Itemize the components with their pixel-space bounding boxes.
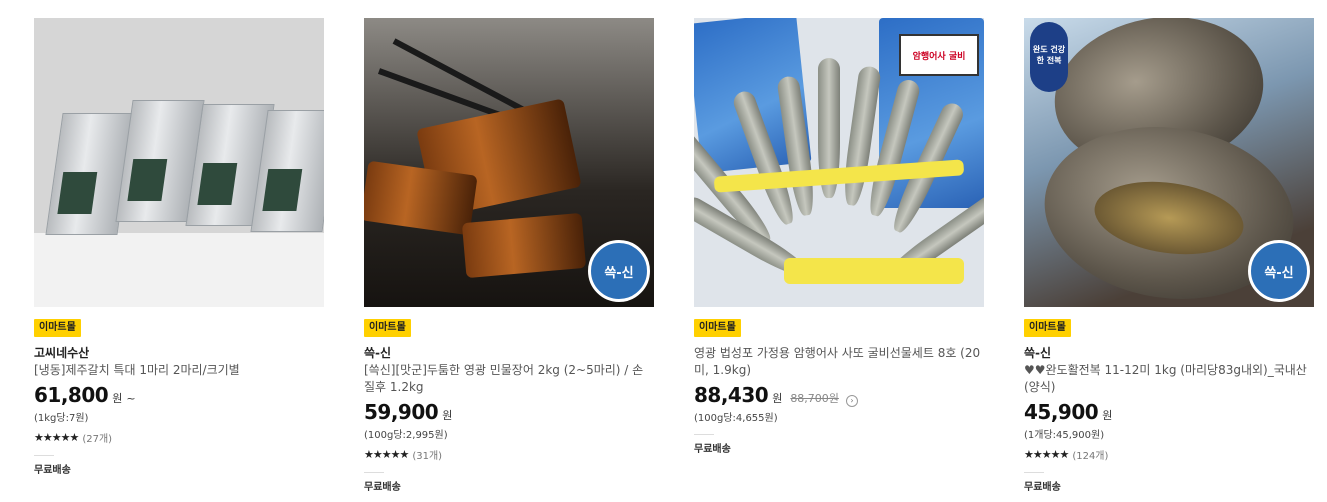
product-card[interactable]: 암행어사 굴비 이마트몰 영광 법성포 가정용 암행어사 사또 굴비선물세트 8… <box>694 18 984 455</box>
price-row: 88,430 원 88,700원 › <box>694 383 984 407</box>
divider <box>1024 472 1044 473</box>
shipping-label: 무료배송 <box>694 444 731 455</box>
product-grid: 이마트몰 고씨네수산 [냉동]제주갈치 특대 1마리 2마리/크기별 61,80… <box>0 0 1327 502</box>
star-rating-icon: ★★★★★ <box>1024 448 1069 461</box>
currency-label: 원 <box>772 392 783 405</box>
divider <box>364 472 384 473</box>
shipping-label: 무료배송 <box>364 482 401 493</box>
styrofoam-box <box>34 233 324 307</box>
store-badge: 이마트몰 <box>694 319 741 337</box>
brand-name[interactable]: 쓱-신 <box>364 345 654 361</box>
divider <box>34 455 54 456</box>
store-badge: 이마트몰 <box>1024 319 1071 337</box>
sale-price: 88,430 <box>694 383 769 407</box>
product-card[interactable]: 이마트몰 고씨네수산 [냉동]제주갈치 특대 1마리 2마리/크기별 61,80… <box>34 18 324 476</box>
sale-price: 45,900 <box>1024 400 1099 424</box>
price-row: 59,900 원 <box>364 400 654 424</box>
product-image[interactable]: 쓱-신 <box>364 18 654 307</box>
store-badge: 이마트몰 <box>34 319 81 337</box>
currency-label: 원 <box>442 409 453 422</box>
ssg-stamp-icon: 쓱-신 <box>588 240 650 302</box>
wando-logo-icon: 완도 건강한 전복 <box>1030 22 1068 92</box>
product-title[interactable]: 영광 법성포 가정용 암행어사 사또 굴비선물세트 8호 (20미, 1.9kg… <box>694 345 984 379</box>
shipping-label: 무료배송 <box>1024 482 1061 493</box>
review-count: (27개) <box>82 434 113 445</box>
product-image[interactable] <box>34 18 324 307</box>
currency-label: 원 <box>112 392 123 405</box>
product-card[interactable]: 쓱-신 이마트몰 쓱-신 [쓱신][맛군]두툼한 영광 민물장어 2kg (2~… <box>364 18 654 493</box>
price-row: 45,900 원 <box>1024 400 1314 424</box>
divider <box>694 434 714 435</box>
price-range-suffix: ~ <box>126 392 136 405</box>
unit-price: (100g당:4,655원) <box>694 413 778 424</box>
star-rating-icon: ★★★★★ <box>34 431 79 444</box>
star-rating-icon: ★★★★★ <box>364 448 409 461</box>
info-icon[interactable]: › <box>845 395 858 407</box>
rating-row: ★★★★★ (124개) <box>1024 447 1314 462</box>
brand-tag: 암행어사 굴비 <box>899 34 979 76</box>
product-card[interactable]: 완도 건강한 전복 쓱-신 이마트몰 쓱-신 ♥♥완도활전복 11-12미 1k… <box>1024 18 1314 493</box>
price-row: 61,800 원 ~ <box>34 383 324 407</box>
unit-price: (1kg당:7원) <box>34 413 89 424</box>
product-title[interactable]: [쓱신][맛군]두툼한 영광 민물장어 2kg (2~5마리) / 손질후 1.… <box>364 362 654 396</box>
unit-price: (100g당:2,995원) <box>364 430 448 441</box>
product-title[interactable]: ♥♥완도활전복 11-12미 1kg (마리당83g내외)_국내산(양식) <box>1024 362 1314 396</box>
sale-price: 61,800 <box>34 383 109 407</box>
currency-label: 원 <box>1102 409 1113 422</box>
sale-price: 59,900 <box>364 400 439 424</box>
rating-row: ★★★★★ (27개) <box>34 430 324 445</box>
brand-name[interactable]: 쓱-신 <box>1024 345 1314 361</box>
brand-name[interactable]: 고씨네수산 <box>34 345 324 361</box>
store-badge: 이마트몰 <box>364 319 411 337</box>
product-image[interactable]: 암행어사 굴비 <box>694 18 984 307</box>
product-title[interactable]: [냉동]제주갈치 특대 1마리 2마리/크기별 <box>34 362 324 379</box>
review-count: (31개) <box>412 451 443 462</box>
review-count: (124개) <box>1072 451 1109 462</box>
rating-row: ★★★★★ (31개) <box>364 447 654 462</box>
ssg-stamp-icon: 쓱-신 <box>1248 240 1310 302</box>
product-image[interactable]: 완도 건강한 전복 쓱-신 <box>1024 18 1314 307</box>
unit-price: (1개당:45,900원) <box>1024 430 1105 441</box>
original-price: 88,700원 <box>790 392 839 405</box>
shipping-label: 무료배송 <box>34 465 71 476</box>
